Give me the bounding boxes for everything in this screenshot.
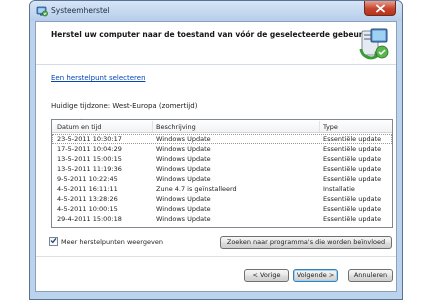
system-restore-window: Systeemherstel Herstel uw computer naar … [29,0,403,300]
table-header: Datum en tijd ˄ Beschrijving Type [52,119,392,133]
page-title: Herstel uw computer naar de toestand van… [51,30,384,39]
table-row[interactable]: 23-5-2011 10:30:17 Windows Update Essent… [52,134,392,144]
scan-affected-programs-button[interactable]: Zoeken naar programma's die worden beïnv… [220,236,392,249]
table-row[interactable]: 9-5-2011 10:22:45 Windows Update Essenti… [52,174,392,184]
previous-button[interactable]: < Vorige [244,269,289,282]
table-row[interactable]: 4-5-2011 16:11:11 Zune 4.7 is geïnstalle… [52,184,392,194]
title-bar[interactable]: Systeemherstel [30,1,402,21]
row-type: Essentiële update [323,205,382,213]
column-header-type[interactable]: Type [323,123,338,131]
row-description: Windows Update [156,145,211,153]
show-more-label[interactable]: Meer herstelpunten weergeven [61,238,163,246]
row-date: 13-5-2011 11:19:36 [57,165,122,173]
cancel-button[interactable]: Annuleren [348,269,393,282]
row-date: 4-5-2011 10:00:15 [57,205,118,213]
checkmark-icon [50,237,57,246]
table-row[interactable]: 17-5-2011 10:04:29 Windows Update Essent… [52,144,392,154]
header-band: Herstel uw computer naar de toestand van… [36,22,396,65]
row-type: Installatie [323,185,355,193]
row-description: Windows Update [156,195,211,203]
row-type: Essentiële update [323,215,382,223]
select-restore-point-link[interactable]: Een herstelpunt selecteren [51,74,146,82]
window-title: Systeemherstel [51,6,110,15]
column-header-description[interactable]: Beschrijving [156,123,196,131]
column-divider[interactable] [152,121,153,132]
table-row[interactable]: 29-4-2011 15:00:18 Windows Update Essent… [52,214,392,224]
row-type: Essentiële update [323,145,382,153]
next-button[interactable]: Volgende > [293,269,338,282]
sort-arrow-icon: ˄ [80,119,83,125]
table-row[interactable]: 4-5-2011 13:28:26 Windows Update Essenti… [52,194,392,204]
restore-points-table: Datum en tijd ˄ Beschrijving Type 23-5-2… [51,119,393,228]
column-divider[interactable] [319,121,320,132]
row-description: Windows Update [156,215,211,223]
table-row[interactable]: 13-5-2011 11:19:36 Windows Update Essent… [52,164,392,174]
row-description: Windows Update [156,175,211,183]
row-date: 4-5-2011 13:28:26 [57,195,118,203]
row-type: Essentiële update [323,165,382,173]
table-row[interactable]: 13-5-2011 15:00:15 Windows Update Essent… [52,154,392,164]
row-description: Windows Update [156,165,211,173]
row-date: 23-5-2011 10:30:17 [57,135,122,143]
row-type: Essentiële update [323,155,382,163]
row-date: 9-5-2011 10:22:45 [57,175,118,183]
row-description: Zune 4.7 is geïnstalleerd [156,185,237,193]
current-timezone: Huidige tijdzone: West-Europa (zomertijd… [51,102,198,110]
row-date: 13-5-2011 15:00:15 [57,155,122,163]
dialog-content: Herstel uw computer naar de toestand van… [35,21,397,292]
row-description: Windows Update [156,135,211,143]
row-type: Essentiële update [323,195,382,203]
row-type: Essentiële update [323,135,382,143]
system-restore-computer-icon [357,25,391,61]
row-description: Windows Update [156,155,211,163]
row-type: Essentiële update [323,175,382,183]
row-description: Windows Update [156,205,211,213]
close-button[interactable] [364,1,396,16]
close-icon [375,4,386,13]
table-row[interactable]: 4-5-2011 10:00:15 Windows Update Essenti… [52,204,392,214]
row-date: 17-5-2011 10:04:29 [57,145,122,153]
divider [36,256,396,257]
show-more-restore-points-option[interactable]: Meer herstelpunten weergeven [49,237,163,246]
row-date: 29-4-2011 15:00:18 [57,215,122,223]
system-restore-icon [36,5,48,17]
row-date: 4-5-2011 16:11:11 [57,185,118,193]
show-more-checkbox[interactable] [49,237,58,246]
